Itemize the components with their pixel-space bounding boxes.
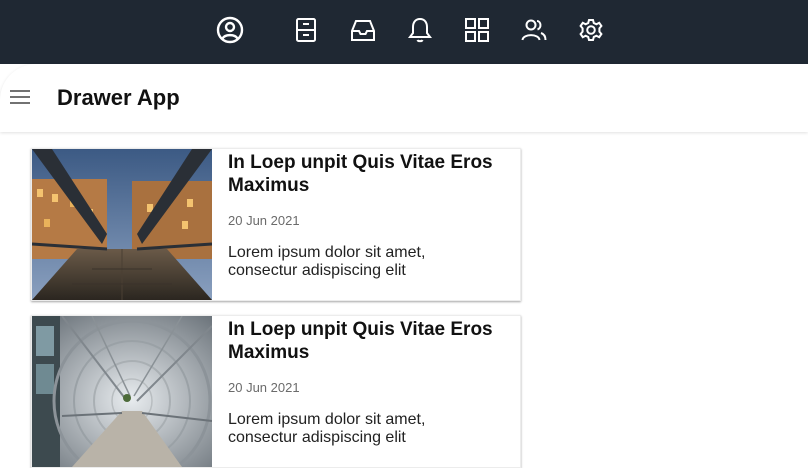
card-image (32, 149, 212, 300)
card-title: In Loep unpit Quis Vitae Eros Maximus (228, 152, 493, 196)
page-title: Drawer App (57, 85, 180, 110)
card-title: In Loep unpit Quis Vitae Eros Maximus (228, 319, 493, 363)
gear-icon[interactable] (576, 15, 606, 45)
card-description: Lorem ipsum dolor sit amet, consectur ad… (228, 244, 426, 279)
article-card[interactable]: In Loep unpit Quis Vitae Eros Maximus 20… (31, 148, 521, 301)
card-date: 20 Jun 2021 (228, 380, 300, 395)
card-image (32, 316, 212, 467)
bell-icon[interactable] (405, 15, 435, 45)
inbox-icon[interactable] (348, 15, 378, 45)
users-icon[interactable] (519, 15, 549, 45)
top-nav-bar (0, 0, 808, 64)
menu-button[interactable] (6, 84, 34, 110)
card-date: 20 Jun 2021 (228, 213, 300, 228)
card-description: Lorem ipsum dolor sit amet, consectur ad… (228, 411, 426, 446)
account-circle-icon[interactable] (215, 15, 245, 45)
article-card[interactable]: In Loep unpit Quis Vitae Eros Maximus 20… (31, 315, 521, 468)
hamburger-icon (10, 90, 30, 104)
app-bar: Drawer App (0, 64, 808, 132)
grid-icon[interactable] (462, 15, 492, 45)
archive-icon[interactable] (291, 15, 321, 45)
